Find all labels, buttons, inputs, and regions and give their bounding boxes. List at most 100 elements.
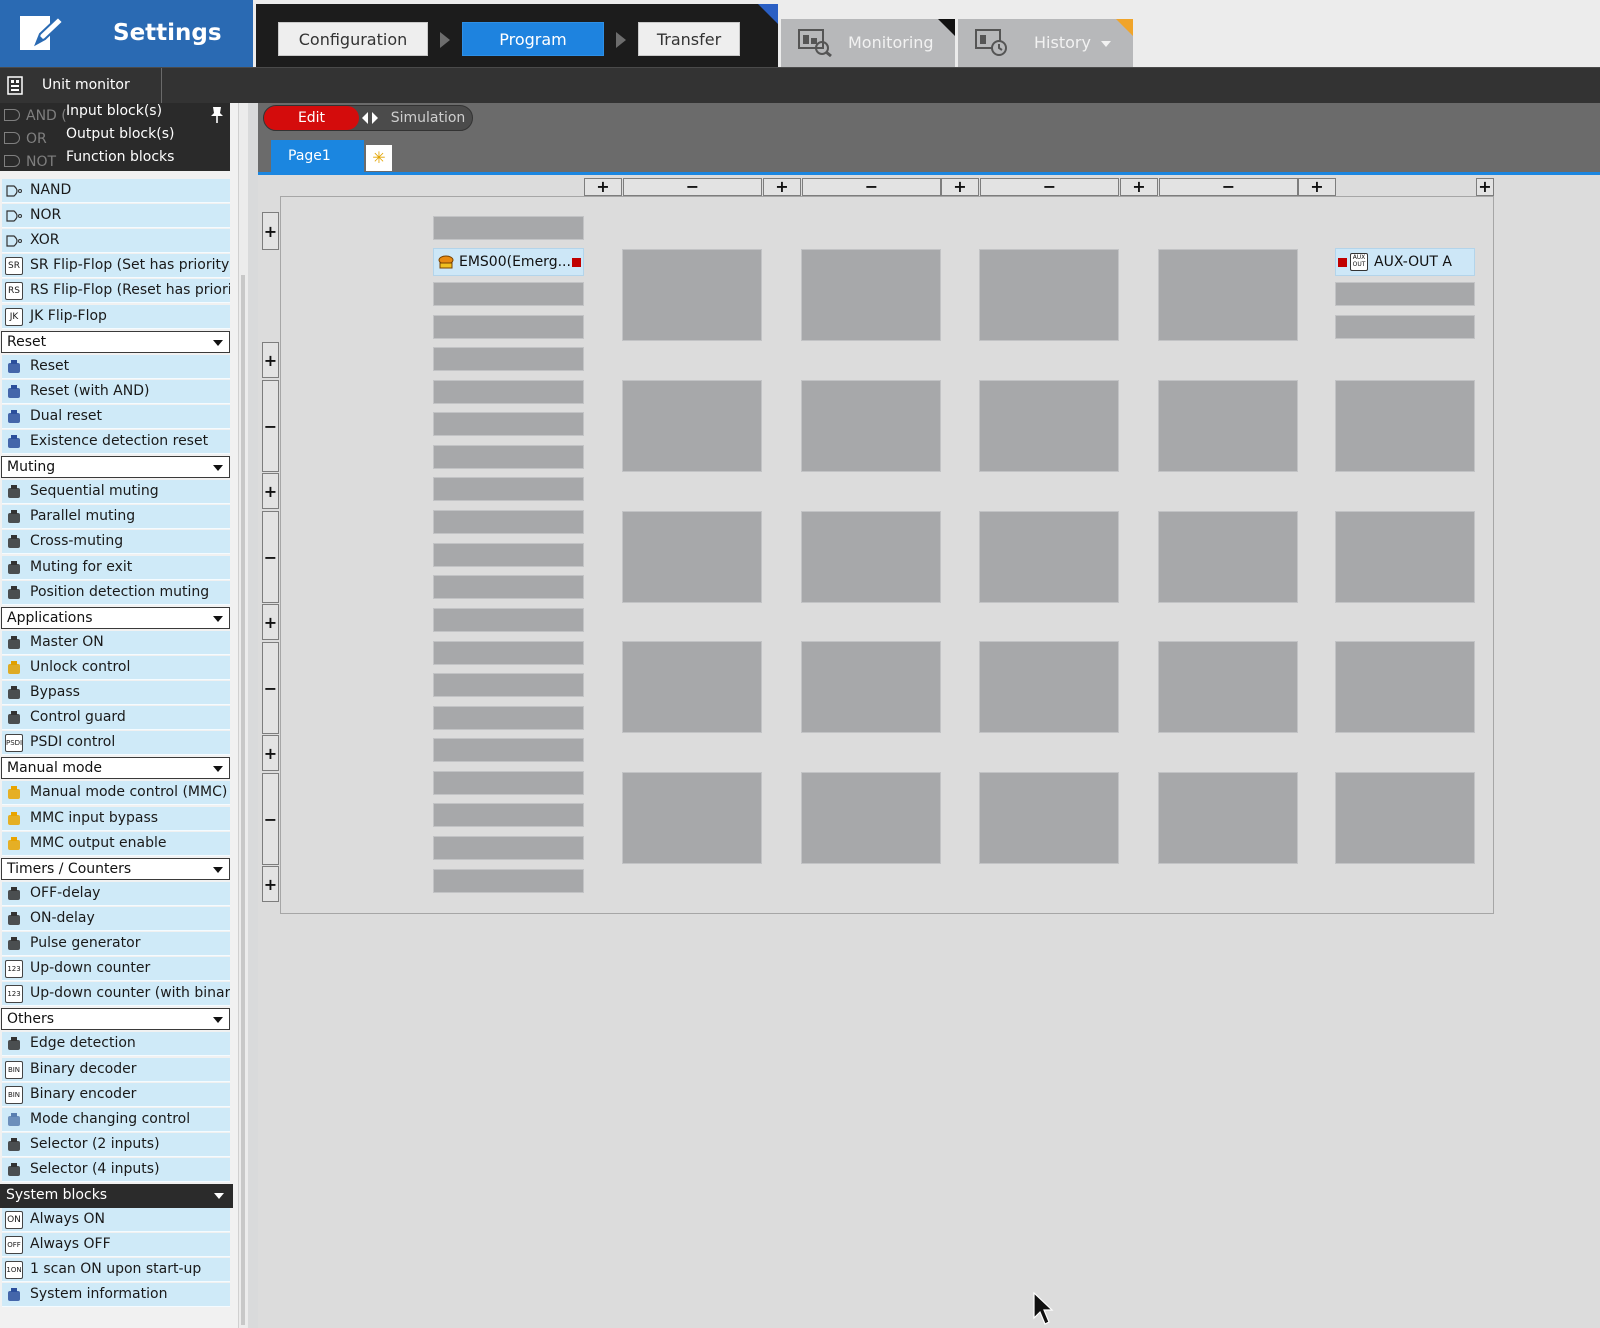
function-block-slot[interactable] [622, 772, 762, 864]
remove-row-button[interactable]: − [262, 773, 279, 865]
palette-item[interactable]: Selector (2 inputs) [2, 1132, 230, 1157]
function-block-slot[interactable] [979, 380, 1119, 472]
category-dropdown[interactable]: Reset [1, 330, 230, 353]
function-block-slot[interactable] [979, 511, 1119, 603]
palette-item[interactable]: JK JK Flip-Flop [2, 304, 230, 329]
output-slot[interactable] [1335, 511, 1475, 603]
palette-item[interactable]: 123 Up-down counter [2, 957, 230, 982]
add-row-button[interactable]: + [262, 342, 279, 378]
add-column-button[interactable]: + [584, 178, 622, 196]
add-row-button[interactable]: + [262, 473, 279, 509]
input-slot[interactable] [433, 803, 584, 827]
menu-input-blocks[interactable]: Input block(s) [66, 103, 162, 119]
function-block-slot[interactable] [1158, 380, 1298, 472]
palette-item[interactable]: Unlock control [2, 655, 230, 680]
add-column-button[interactable]: + [1298, 178, 1336, 196]
category-dropdown[interactable]: Muting [1, 456, 230, 479]
function-block-slot[interactable] [979, 641, 1119, 733]
simulation-mode-button[interactable]: Simulation [384, 106, 472, 130]
palette-item[interactable]: Dual reset [2, 404, 230, 429]
function-block-slot[interactable] [801, 249, 941, 341]
add-row-button[interactable]: + [262, 735, 279, 771]
step-transfer[interactable]: Transfer [638, 22, 740, 56]
output-slot[interactable] [1335, 641, 1475, 733]
input-slot[interactable] [433, 608, 584, 632]
output-slot[interactable] [1335, 772, 1475, 864]
edit-mode-button[interactable]: Edit [264, 106, 359, 130]
input-slot[interactable] [433, 477, 584, 501]
palette-item[interactable]: 123 Up-down counter (with binar... [2, 982, 230, 1007]
palette-item[interactable]: Control guard [2, 706, 230, 731]
function-block-slot[interactable] [1158, 511, 1298, 603]
palette-item[interactable]: Selector (4 inputs) [2, 1157, 230, 1182]
unit-monitor-button[interactable]: Unit monitor [0, 68, 162, 104]
input-slot[interactable] [433, 510, 584, 534]
function-block-slot[interactable] [622, 380, 762, 472]
function-block-slot[interactable] [1158, 641, 1298, 733]
palette-item[interactable]: NAND [2, 179, 230, 203]
scrollbar-thumb[interactable] [241, 275, 245, 1325]
input-slot[interactable] [433, 706, 584, 730]
output-slot[interactable] [1335, 380, 1475, 472]
output-slot[interactable] [1335, 282, 1475, 306]
output-slot[interactable] [1335, 315, 1475, 339]
remove-column-button[interactable]: − [980, 178, 1119, 196]
palette-item[interactable]: RS RS Flip-Flop (Reset has priori... [2, 279, 230, 304]
function-block-slot[interactable] [979, 249, 1119, 341]
function-block-slot[interactable] [979, 772, 1119, 864]
input-slot[interactable] [433, 836, 584, 860]
menu-output-blocks[interactable]: Output block(s) [66, 126, 174, 142]
system-blocks-dropdown[interactable]: System blocks [0, 1184, 233, 1208]
pin-icon[interactable] [210, 106, 224, 124]
palette-item[interactable]: Parallel muting [2, 505, 230, 530]
function-block-slot[interactable] [801, 641, 941, 733]
input-slot[interactable] [433, 282, 584, 306]
step-configuration[interactable]: Configuration [278, 22, 428, 56]
input-slot[interactable] [433, 347, 584, 371]
input-block-ems00[interactable]: EMS00(Emerg.... [433, 248, 584, 276]
palette-item[interactable]: Bypass [2, 681, 230, 705]
palette-item[interactable]: Manual mode control (MMC) [2, 781, 230, 806]
palette-item[interactable]: Cross-muting [2, 530, 230, 555]
palette-item[interactable]: Edge detection [2, 1032, 230, 1057]
add-row-button[interactable]: + [262, 604, 279, 640]
palette-item[interactable]: XOR [2, 229, 230, 254]
palette-item[interactable]: Master ON [2, 630, 230, 655]
palette-item[interactable]: Existence detection reset [2, 430, 230, 454]
settings-button[interactable]: Settings [0, 0, 253, 67]
remove-column-button[interactable]: − [623, 178, 762, 196]
category-dropdown[interactable]: Manual mode [1, 757, 230, 780]
category-dropdown[interactable]: Timers / Counters [1, 857, 230, 880]
palette-item[interactable]: SR SR Flip-Flop (Set has priority) [2, 254, 230, 279]
input-slot[interactable] [433, 543, 584, 567]
input-slot[interactable] [433, 641, 584, 665]
palette-item[interactable]: PSDI PSDI control [2, 731, 230, 756]
function-block-slot[interactable] [622, 641, 762, 733]
input-slot[interactable] [433, 869, 584, 893]
input-slot[interactable] [433, 380, 584, 404]
remove-row-button[interactable]: − [262, 642, 279, 734]
palette-item[interactable]: Reset (with AND) [2, 379, 230, 404]
tab-monitoring[interactable]: Monitoring [781, 19, 955, 67]
palette-item[interactable]: OFF Always OFF [2, 1233, 230, 1258]
function-block-slot[interactable] [801, 772, 941, 864]
add-row-button[interactable]: + [262, 212, 279, 250]
input-slot[interactable] [433, 216, 584, 240]
palette-item[interactable]: Position detection muting [2, 580, 230, 605]
input-pin[interactable] [1338, 258, 1347, 267]
add-column-button[interactable]: + [1120, 178, 1158, 196]
palette-item[interactable]: Mode changing control [2, 1107, 230, 1132]
function-block-slot[interactable] [801, 511, 941, 603]
menu-function-blocks[interactable]: Function blocks [66, 149, 174, 165]
palette-item[interactable]: NOR [2, 204, 230, 229]
function-block-slot[interactable] [1158, 772, 1298, 864]
chevron-down-icon[interactable] [1101, 41, 1111, 47]
input-slot[interactable] [433, 738, 584, 762]
palette-item[interactable]: Sequential muting [2, 480, 230, 505]
tab-page1[interactable]: Page1 [271, 140, 364, 173]
swap-mode-icon[interactable] [361, 111, 379, 125]
input-slot[interactable] [433, 575, 584, 599]
function-block-slot[interactable] [622, 511, 762, 603]
palette-item[interactable]: ON Always ON [2, 1208, 230, 1233]
function-block-slot[interactable] [1158, 249, 1298, 341]
